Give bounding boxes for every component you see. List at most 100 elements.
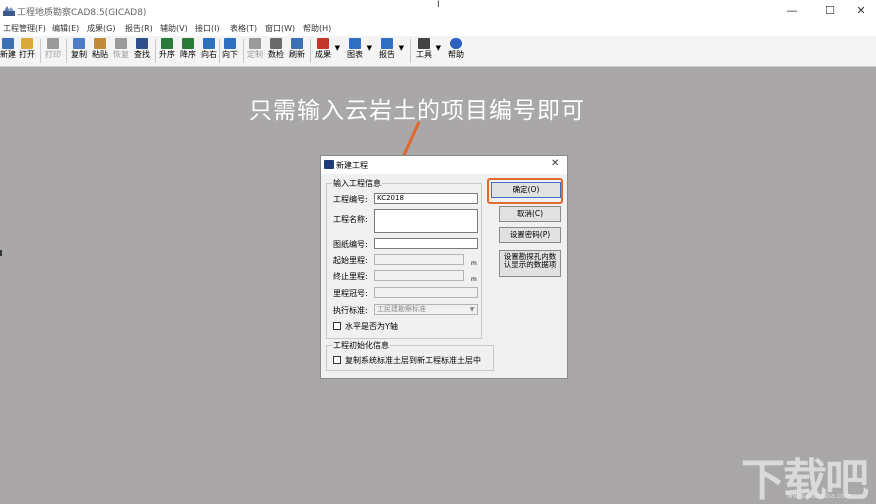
copy-icon	[73, 38, 85, 49]
toolbar-separator	[66, 39, 67, 63]
undo-button[interactable]: 恢复	[112, 37, 130, 65]
help-button[interactable]: 帮助	[447, 37, 465, 65]
menu-results[interactable]: 成果(G)	[87, 23, 115, 34]
copy-standard-layers-label: 复制系统标准土层到新工程标准土层中	[345, 356, 481, 365]
toolbar-separator	[219, 39, 220, 63]
copy-standard-layers-checkbox[interactable]	[333, 356, 341, 364]
start-mileage-unit: m	[471, 260, 477, 267]
paste-button[interactable]: 粘贴	[91, 37, 109, 65]
edge-marker	[0, 250, 2, 256]
toolbar-separator	[410, 39, 411, 63]
copy-button[interactable]: 复制	[70, 37, 88, 65]
end-mileage-input[interactable]	[374, 270, 464, 281]
menu-assist[interactable]: 辅助(V)	[160, 23, 188, 34]
refresh-icon	[291, 38, 303, 49]
open-button[interactable]: 打开	[18, 37, 36, 65]
report-icon	[381, 38, 393, 49]
sort-ascending-button[interactable]: 升序	[158, 37, 176, 65]
data-check-button[interactable]: 数检	[267, 37, 285, 65]
fill-right-button[interactable]: 向右	[200, 37, 218, 65]
drawing-no-label: 图纸编号:	[333, 240, 368, 249]
toolbar: 新建 打开 打印 复制 粘贴 恢复 查找 升序 降序 向右 向下 定制 数检 刷…	[0, 36, 876, 67]
mileage-prefix-label: 里程冠号:	[333, 289, 368, 298]
dropdown-arrow-icon[interactable]: ▼	[436, 44, 441, 52]
printer-icon	[47, 38, 59, 49]
ok-button-highlight	[487, 178, 563, 204]
new-button[interactable]: 新建	[0, 37, 16, 65]
refresh-button[interactable]: 刷新	[288, 37, 306, 65]
menu-project-management[interactable]: 工程管理(F)	[3, 23, 46, 34]
project-info-group-label: 输入工程信息	[332, 178, 382, 189]
set-borehole-display-line2: 认显示的数据项	[503, 260, 557, 269]
dropdown-arrow-icon[interactable]: ▼	[335, 44, 340, 52]
toolbar-separator	[155, 39, 156, 63]
horizontal-y-axis-label: 水平是否为Y轴	[345, 322, 398, 331]
fill-down-button[interactable]: 向下	[221, 37, 239, 65]
dropdown-arrow-icon[interactable]: ▼	[399, 44, 404, 52]
project-no-input[interactable]: KC2018	[374, 193, 478, 204]
toolbar-separator	[243, 39, 244, 63]
customize-icon	[249, 38, 261, 49]
arrow-down-icon	[224, 38, 236, 49]
window-title-bar: 工程地质勘察CAD8.5(GICAD8) I — ☐ ✕	[0, 0, 876, 22]
watermark-logo: 下载吧 www.xiazaiba.com	[741, 444, 871, 504]
menu-table[interactable]: 表格(T)	[230, 23, 257, 34]
menu-window[interactable]: 窗口(W)	[265, 23, 295, 34]
mileage-prefix-input[interactable]	[374, 287, 478, 298]
results-icon	[317, 38, 329, 49]
data-check-icon	[270, 38, 282, 49]
chart-icon	[349, 38, 361, 49]
chart-button[interactable]: 图表 ▼	[346, 37, 372, 65]
maximize-button[interactable]: ☐	[815, 2, 845, 20]
standard-select-value: 工民建勘察标准	[377, 305, 426, 313]
dropdown-arrow-icon[interactable]: ▼	[367, 44, 372, 52]
close-window-button[interactable]: ✕	[846, 2, 876, 20]
menu-bar: 工程管理(F) 编辑(E) 成果(G) 报告(R) 辅助(V) 接口(I) 表格…	[0, 22, 876, 36]
dialog-close-button[interactable]: ✕	[551, 158, 559, 169]
window-title: 工程地质勘察CAD8.5(GICAD8)	[17, 8, 147, 18]
binoculars-icon	[136, 38, 148, 49]
menu-edit[interactable]: 编辑(E)	[52, 23, 79, 34]
set-password-button[interactable]: 设置密码(P)	[499, 227, 561, 243]
help-icon	[450, 38, 462, 49]
set-borehole-display-button[interactable]: 设置勘探孔内数 认显示的数据项	[499, 250, 561, 277]
end-mileage-label: 终止里程:	[333, 272, 368, 281]
project-no-label: 工程编号:	[333, 195, 368, 204]
menu-interface[interactable]: 接口(I)	[195, 23, 220, 34]
toolbar-separator	[40, 39, 41, 63]
dialog-title-bar: 新建工程 ✕	[321, 156, 567, 174]
project-name-label: 工程名称:	[333, 215, 368, 224]
project-name-input[interactable]	[374, 209, 478, 233]
watermark-url: www.xiazaiba.com	[787, 492, 852, 500]
dialog-app-icon	[324, 160, 334, 169]
minimize-button[interactable]: —	[777, 2, 807, 20]
horizontal-y-axis-checkbox[interactable]	[333, 322, 341, 330]
open-folder-icon	[21, 38, 33, 49]
tools-button[interactable]: 工具 ▼	[415, 37, 441, 65]
sort-descending-button[interactable]: 降序	[179, 37, 197, 65]
undo-icon	[115, 38, 127, 49]
start-mileage-input[interactable]	[374, 254, 464, 265]
report-button[interactable]: 报告 ▼	[378, 37, 404, 65]
sort-descending-icon	[182, 38, 194, 49]
sort-ascending-icon	[161, 38, 173, 49]
app-logo-icon	[3, 6, 15, 16]
drawing-no-input[interactable]	[374, 238, 478, 249]
standard-select[interactable]: 工民建勘察标准 ▼	[374, 304, 478, 315]
cancel-button[interactable]: 取消(C)	[499, 206, 561, 222]
find-button[interactable]: 查找	[133, 37, 151, 65]
menu-help[interactable]: 帮助(H)	[303, 23, 331, 34]
results-button[interactable]: 成果 ▼	[314, 37, 340, 65]
customize-button[interactable]: 定制	[246, 37, 264, 65]
menu-report[interactable]: 报告(R)	[125, 23, 153, 34]
paste-icon	[94, 38, 106, 49]
tools-icon	[418, 38, 430, 49]
end-mileage-unit: m	[471, 276, 477, 283]
print-button[interactable]: 打印	[44, 37, 62, 65]
cursor-icon: I	[437, 0, 440, 10]
standard-label: 执行标准:	[333, 306, 368, 315]
new-file-icon	[2, 38, 14, 49]
toolbar-separator	[310, 39, 311, 63]
start-mileage-label: 起始里程:	[333, 256, 368, 265]
arrow-right-icon	[203, 38, 215, 49]
